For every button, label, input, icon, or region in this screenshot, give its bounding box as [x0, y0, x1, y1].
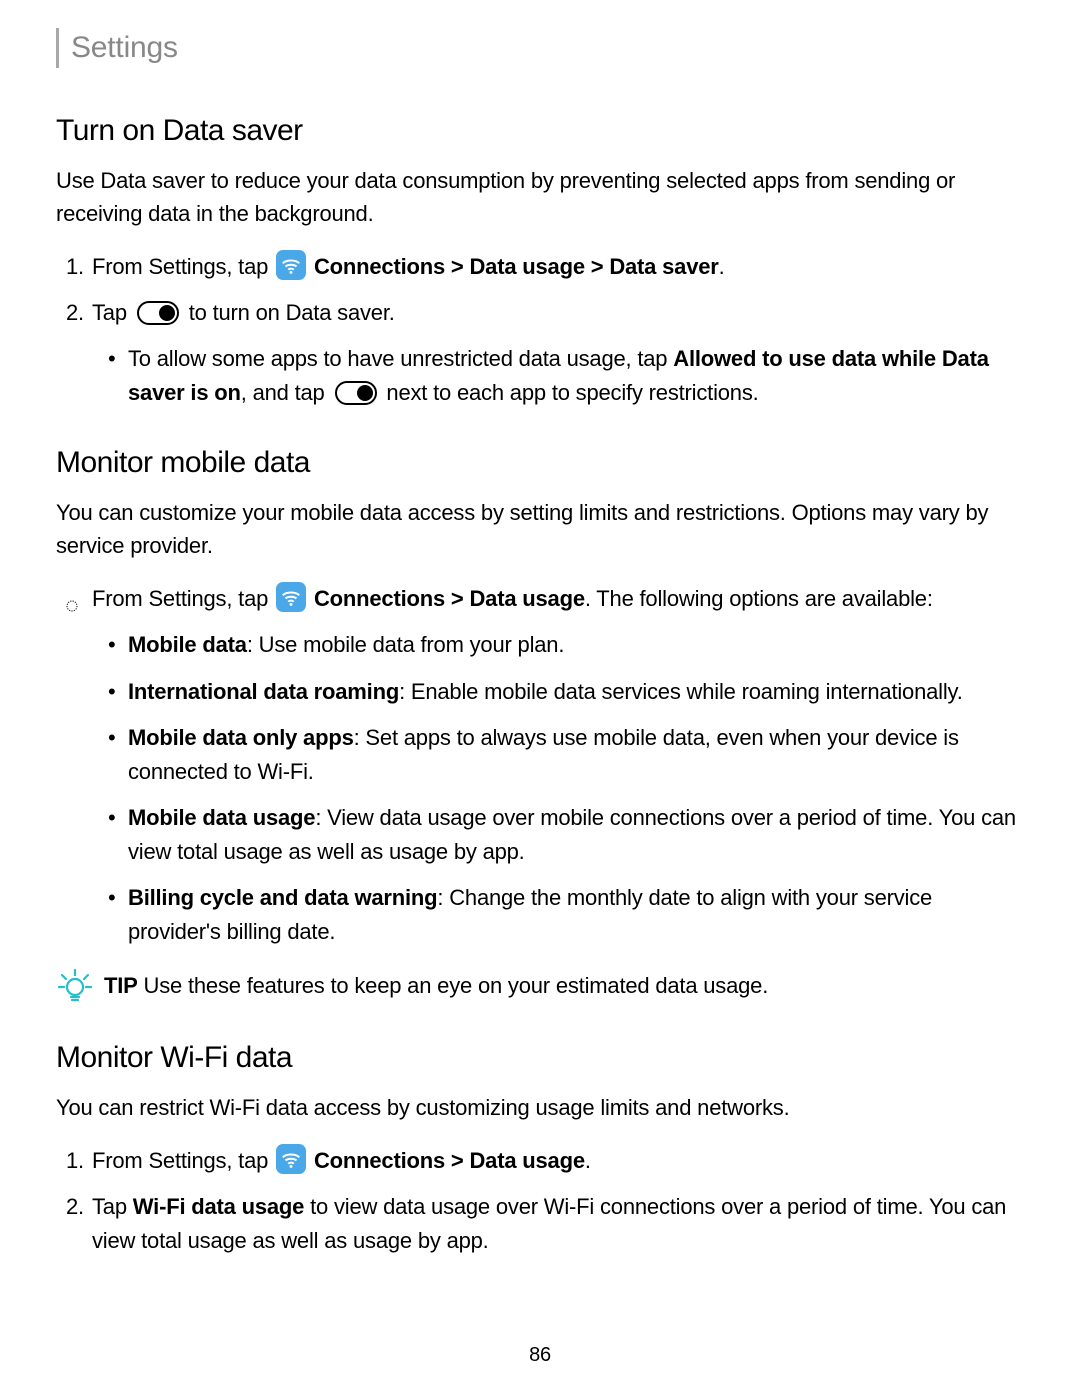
- option-bold: Mobile data: [128, 632, 247, 657]
- sub-end: next to each app to specify restrictions…: [381, 380, 759, 405]
- tip-body: Use these features to keep an eye on you…: [138, 973, 769, 998]
- step-text-post: to turn on Data saver.: [189, 300, 395, 325]
- lead-pre: From Settings, tap: [92, 586, 274, 611]
- steps-data-saver: 1. From Settings, tap Connections > Data…: [56, 250, 1024, 410]
- steps-monitor-wifi: 1. From Settings, tap Connections > Data…: [56, 1144, 1024, 1258]
- header-title: Settings: [71, 31, 178, 65]
- step-text-pre: Tap: [92, 1194, 133, 1219]
- page-header: Settings: [56, 28, 1024, 68]
- tip-block: TIP Use these features to keep an eye on…: [56, 969, 1024, 1005]
- step-text-pre: Tap: [92, 300, 133, 325]
- step-number: 1.: [66, 1144, 84, 1178]
- option-item: Mobile data usage: View data usage over …: [128, 801, 1024, 869]
- connections-icon: [276, 250, 306, 280]
- step-text-post: .: [585, 1148, 591, 1173]
- step-number: 1.: [66, 250, 84, 284]
- step-2: 2. Tap Wi-Fi data usage to view data usa…: [92, 1190, 1024, 1258]
- connections-icon: [276, 582, 306, 612]
- lead-list: From Settings, tap Connections > Data us…: [56, 582, 1024, 949]
- options-list: Mobile data: Use mobile data from your p…: [92, 628, 1024, 949]
- sub-item: To allow some apps to have unrestricted …: [128, 342, 1024, 410]
- sub-pre: To allow some apps to have unrestricted …: [128, 346, 673, 371]
- step-number: 2.: [66, 296, 84, 330]
- heading-monitor-wifi: Monitor Wi-Fi data: [56, 1041, 1024, 1075]
- connections-icon: [276, 1144, 306, 1174]
- intro-monitor-mobile: You can customize your mobile data acces…: [56, 496, 1024, 562]
- step-text-post: .: [719, 254, 725, 279]
- step-text-bold: Wi-Fi data usage: [133, 1194, 304, 1219]
- step-text-bold: Connections > Data usage > Data saver: [314, 254, 719, 279]
- section-monitor-mobile: Monitor mobile data You can customize yo…: [56, 446, 1024, 1005]
- option-bold: Mobile data usage: [128, 805, 315, 830]
- sub-mid: , and tap: [241, 380, 331, 405]
- option-bold: Billing cycle and data warning: [128, 885, 437, 910]
- tip-label: TIP: [104, 973, 138, 998]
- lead-post: . The following options are available:: [585, 586, 933, 611]
- step-1: 1. From Settings, tap Connections > Data…: [92, 1144, 1024, 1178]
- intro-monitor-wifi: You can restrict Wi-Fi data access by cu…: [56, 1091, 1024, 1124]
- section-monitor-wifi: Monitor Wi-Fi data You can restrict Wi-F…: [56, 1041, 1024, 1258]
- option-text: : Use mobile data from your plan.: [247, 632, 564, 657]
- toggle-icon: [335, 381, 377, 405]
- option-item: Mobile data: Use mobile data from your p…: [128, 628, 1024, 662]
- lead-item: From Settings, tap Connections > Data us…: [92, 582, 1024, 949]
- option-text: : Enable mobile data services while roam…: [399, 679, 963, 704]
- intro-data-saver: Use Data saver to reduce your data consu…: [56, 164, 1024, 230]
- option-item: Billing cycle and data warning: Change t…: [128, 881, 1024, 949]
- option-bold: Mobile data only apps: [128, 725, 354, 750]
- step-2: 2. Tap to turn on Data saver. To allow s…: [92, 296, 1024, 410]
- tip-lightbulb-icon: [56, 967, 94, 1005]
- option-bold: International data roaming: [128, 679, 399, 704]
- lead-bold: Connections > Data usage: [314, 586, 585, 611]
- option-item: Mobile data only apps: Set apps to alway…: [128, 721, 1024, 789]
- sub-list: To allow some apps to have unrestricted …: [92, 342, 1024, 410]
- step-text-pre: From Settings, tap: [92, 254, 274, 279]
- heading-monitor-mobile: Monitor mobile data: [56, 446, 1024, 480]
- option-item: International data roaming: Enable mobil…: [128, 675, 1024, 709]
- header-accent-bar: [56, 28, 59, 68]
- page-number: 86: [0, 1344, 1080, 1367]
- circle-bullet-icon: [66, 588, 78, 600]
- step-number: 2.: [66, 1190, 84, 1224]
- section-data-saver: Turn on Data saver Use Data saver to red…: [56, 114, 1024, 410]
- step-text-bold: Connections > Data usage: [314, 1148, 585, 1173]
- toggle-icon: [137, 301, 179, 325]
- step-text-pre: From Settings, tap: [92, 1148, 274, 1173]
- step-1: 1. From Settings, tap Connections > Data…: [92, 250, 1024, 284]
- tip-text: TIP Use these features to keep an eye on…: [104, 969, 768, 1002]
- heading-data-saver: Turn on Data saver: [56, 114, 1024, 148]
